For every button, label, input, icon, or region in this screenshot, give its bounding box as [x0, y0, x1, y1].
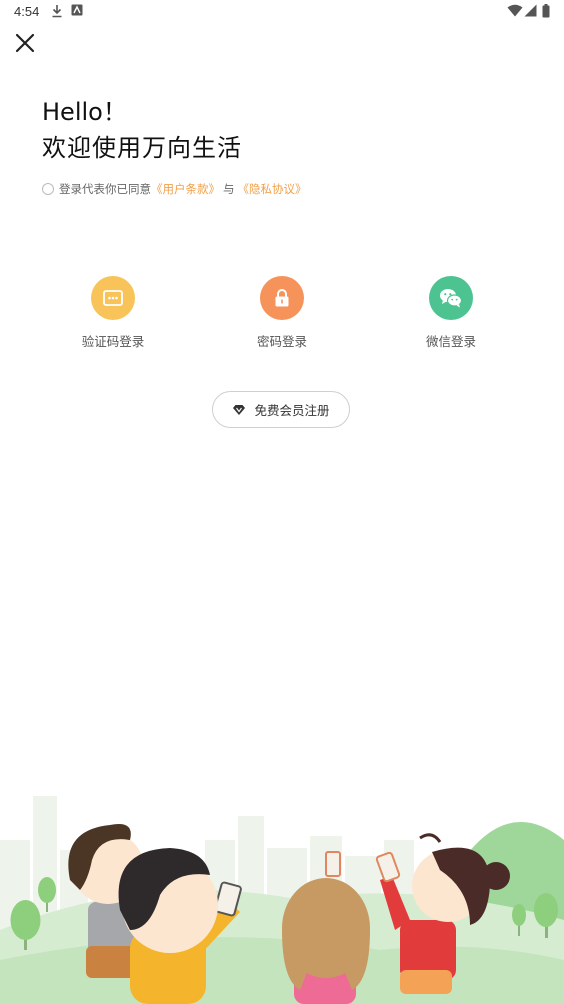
- password-login-label: 密码登录: [256, 334, 307, 349]
- wechat-login-option[interactable]: 微信登录: [391, 276, 511, 350]
- privacy-link[interactable]: 《隐私协议》: [238, 181, 307, 197]
- close-icon: [15, 33, 35, 53]
- wechat-icon: [440, 289, 463, 308]
- sms-login-label: 验证码登录: [81, 334, 145, 349]
- wechat-login-label: 微信登录: [425, 334, 476, 349]
- wifi-icon: [507, 4, 523, 17]
- app-notification-icon: [71, 4, 83, 16]
- agreement-radio[interactable]: [42, 183, 54, 195]
- sms-login-option[interactable]: 验证码登录: [53, 276, 173, 350]
- terms-link[interactable]: 《用户条款》: [151, 181, 220, 197]
- welcome-heading: 欢迎使用万向生活: [42, 134, 242, 162]
- agreement-prefix: 登录代表你已同意: [59, 182, 151, 196]
- register-label: 免费会员注册: [254, 403, 330, 418]
- people-looking-at-phones-illustration: [0, 796, 564, 1004]
- status-bar: 4:54: [0, 0, 564, 24]
- password-login-icon-circle[interactable]: [260, 276, 304, 320]
- message-icon: [103, 290, 123, 306]
- agreement-row: 登录代表你已同意 《用户条款》 与 《隐私协议》: [42, 180, 307, 198]
- hello-heading: Hello！: [42, 98, 127, 126]
- lock-icon: [275, 289, 289, 307]
- signal-icon: [524, 4, 537, 17]
- sms-login-icon-circle[interactable]: [91, 276, 135, 320]
- battery-icon: [542, 4, 550, 18]
- agreement-conjunction: 与: [223, 182, 235, 196]
- register-button[interactable]: 免费会员注册: [212, 391, 350, 428]
- close-button[interactable]: [12, 30, 38, 56]
- password-login-option[interactable]: 密码登录: [222, 276, 342, 350]
- diamond-icon: [233, 404, 246, 415]
- download-icon: [52, 5, 62, 18]
- status-time: 4:54: [14, 4, 40, 19]
- wechat-login-icon-circle[interactable]: [429, 276, 473, 320]
